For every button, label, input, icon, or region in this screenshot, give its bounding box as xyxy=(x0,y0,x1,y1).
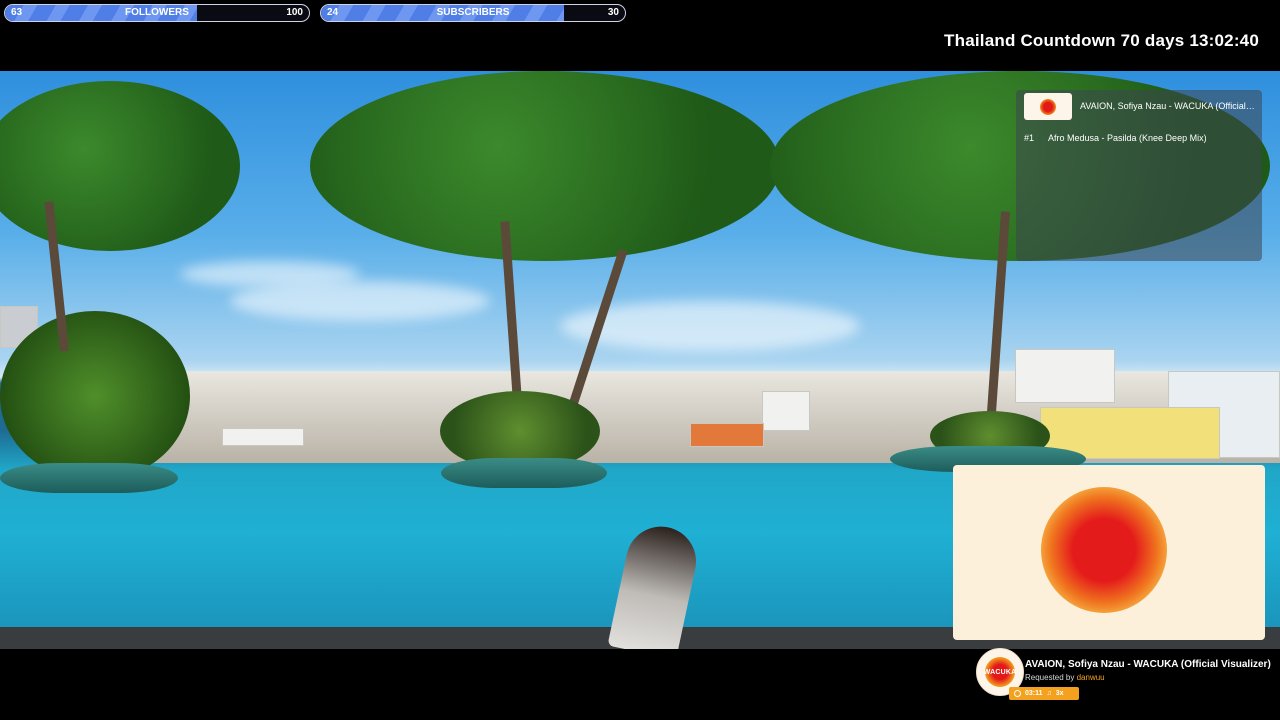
queue-item-title: Afro Medusa - Pasilda (Knee Deep Mix) xyxy=(1048,133,1207,143)
building xyxy=(762,391,810,431)
music-note-icon: ♫ xyxy=(1046,690,1052,697)
album-art-text: WACUKA xyxy=(983,668,1017,676)
followers-goal-bar: 63 FOLLOWERS 100 xyxy=(4,4,310,22)
cloud xyxy=(230,281,490,321)
now-playing-time: 03:11 xyxy=(1025,690,1043,697)
visualizer-orb xyxy=(1041,487,1167,613)
building xyxy=(690,423,764,447)
building xyxy=(1015,349,1115,403)
queue-now-playing-title: AVAION, Sofiya Nzau - WACUKA (Official V… xyxy=(1080,101,1256,111)
now-playing-title: AVAION, Sofiya Nzau - WACUKA (Official V… xyxy=(1025,659,1271,670)
album-art-icon xyxy=(1040,98,1056,115)
requester-name: danwuu xyxy=(1076,673,1105,682)
now-playing-requester: Requested by danwuu xyxy=(1025,673,1105,682)
song-queue-panel: AVAION, Sofiya Nzau - WACUKA (Official V… xyxy=(1016,90,1262,261)
planter xyxy=(0,463,178,493)
cloud xyxy=(180,261,360,287)
followers-target: 100 xyxy=(286,7,303,18)
clock-icon xyxy=(1014,690,1021,697)
countdown-timer: Thailand Countdown 70 days 13:02:40 xyxy=(944,31,1259,50)
shrub xyxy=(0,311,190,481)
queue-item-index: #1 xyxy=(1024,133,1035,143)
tree-canopy xyxy=(0,81,240,251)
tree-canopy xyxy=(310,71,780,261)
now-playing-meta-chip: 03:11 ♫ 3x xyxy=(1009,687,1079,700)
building xyxy=(222,428,304,446)
queue-now-playing-thumbnail xyxy=(1024,93,1072,120)
requested-by-label: Requested by xyxy=(1025,673,1075,682)
planter xyxy=(441,458,607,488)
subscribers-target: 30 xyxy=(607,7,619,18)
subscribers-label: SUBSCRIBERS xyxy=(436,7,510,18)
audio-visualizer xyxy=(953,465,1265,640)
album-art-icon: WACUKA xyxy=(983,657,1017,687)
subscribers-goal-bar: 24 SUBSCRIBERS 30 xyxy=(320,4,626,22)
now-playing-plays: 3x xyxy=(1055,690,1064,697)
followers-label: FOLLOWERS xyxy=(125,7,189,18)
